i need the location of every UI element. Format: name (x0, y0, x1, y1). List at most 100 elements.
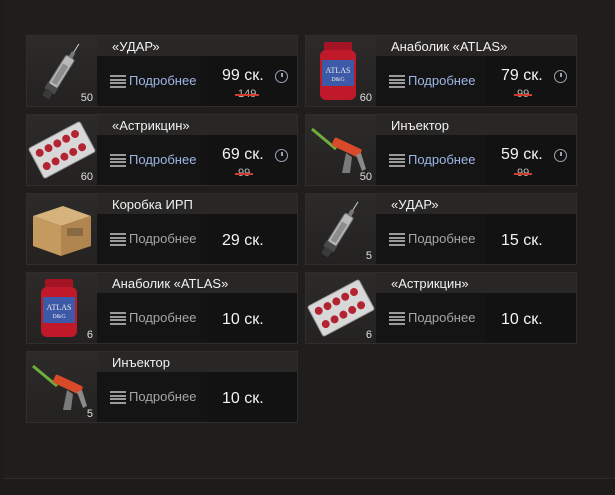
details-button[interactable]: Подробнее (97, 293, 207, 343)
item-card[interactable]: 6 «Астрикцин» Подробнее 10 ск. (305, 272, 577, 344)
details-button[interactable]: Подробнее (376, 56, 486, 106)
price: 15 ск. (501, 232, 543, 249)
item-thumbnail (27, 194, 97, 264)
cardboard-box-icon (33, 206, 91, 256)
details-label: Подробнее (129, 73, 197, 88)
item-thumbnail: 6 (306, 273, 376, 343)
item-card[interactable]: 5 Инъектор Подробнее 10 ск. (26, 351, 298, 423)
item-titlebar: «Астрикцин» (376, 273, 576, 293)
price-box: 59 ск. 99 (486, 135, 576, 185)
details-label: Подробнее (408, 73, 476, 88)
item-count: 60 (359, 92, 372, 104)
details-button[interactable]: Подробнее (97, 56, 207, 106)
details-label: Подробнее (129, 152, 197, 167)
price-box: 10 ск. (207, 372, 297, 422)
price: 10 ск. (501, 311, 543, 328)
item-card[interactable]: 50 «УДАР» Подробнее 99 ск. 149 (26, 35, 298, 107)
old-price: 149 (234, 88, 260, 100)
item-titlebar: «УДАР» (97, 36, 297, 56)
details-label: Подробнее (129, 231, 197, 246)
item-count: 50 (80, 92, 93, 104)
item-thumbnail: 50 (27, 36, 97, 106)
item-title: Инъектор (112, 355, 170, 370)
clock-icon (275, 149, 288, 162)
item-titlebar: Анаболик «ATLAS» (97, 273, 297, 293)
item-title: Анаболик «ATLAS» (391, 39, 508, 54)
details-button[interactable]: Подробнее (97, 214, 207, 264)
item-thumbnail: 5 (306, 194, 376, 264)
item-thumbnail: 60 (27, 115, 97, 185)
price: 10 ск. (222, 311, 264, 328)
price: 29 ск. (222, 232, 264, 249)
item-title: «УДАР» (391, 197, 439, 212)
details-button[interactable]: Подробнее (97, 372, 207, 422)
item-titlebar: Анаболик «ATLAS» (376, 36, 576, 56)
item-card[interactable]: ATLAS D&G 6 Анаболик «ATLAS» Подробнее 1… (26, 272, 298, 344)
item-titlebar: Коробка ИРП (97, 194, 297, 214)
item-thumbnail: 50 (306, 115, 376, 185)
list-icon (110, 391, 126, 404)
item-title: Инъектор (391, 118, 449, 133)
item-titlebar: «УДАР» (376, 194, 576, 214)
list-icon (110, 233, 126, 246)
details-label: Подробнее (408, 310, 476, 325)
price-box: 15 ск. (486, 214, 576, 264)
list-icon (389, 233, 405, 246)
jar-label: ATLAS (47, 303, 72, 312)
item-card[interactable]: 50 Инъектор Подробнее 59 ск. 99 (305, 114, 577, 186)
item-count: 50 (359, 171, 372, 183)
details-label: Подробнее (129, 310, 197, 325)
details-label: Подробнее (408, 152, 476, 167)
details-label: Подробнее (408, 231, 476, 246)
item-title: «УДАР» (112, 39, 160, 54)
item-title: «Астрикцин» (112, 118, 190, 133)
details-button[interactable]: Подробнее (376, 214, 486, 264)
price: 59 ск. (501, 146, 543, 163)
item-titlebar: Инъектор (97, 352, 297, 372)
price-box: 29 ск. (207, 214, 297, 264)
price-box: 10 ск. (486, 293, 576, 343)
details-label: Подробнее (129, 389, 197, 404)
item-count: 5 (365, 250, 372, 262)
item-thumbnail: ATLAS D&G 60 (306, 36, 376, 106)
old-price: 99 (513, 167, 533, 179)
item-count: 6 (365, 329, 372, 341)
clock-icon (554, 70, 567, 83)
item-thumbnail: ATLAS D&G 6 (27, 273, 97, 343)
jar-label: ATLAS (326, 66, 351, 75)
item-count: 60 (80, 171, 93, 183)
details-button[interactable]: Подробнее (97, 135, 207, 185)
item-title: Анаболик «ATLAS» (112, 276, 229, 291)
item-count: 6 (86, 329, 93, 341)
old-price: 99 (234, 167, 254, 179)
list-icon (110, 312, 126, 325)
item-card[interactable]: 60 «Астрикцин» Подробнее 69 ск. 99 (26, 114, 298, 186)
old-price: 99 (513, 88, 533, 100)
price: 10 ск. (222, 390, 264, 407)
item-thumbnail: 5 (27, 352, 97, 422)
jar-sublabel: D&G (52, 314, 66, 320)
jar-sublabel: D&G (331, 77, 345, 83)
item-titlebar: «Астрикцин» (97, 115, 297, 135)
item-card[interactable]: ATLAS D&G 60 Анаболик «ATLAS» Подробнее … (305, 35, 577, 107)
item-titlebar: Инъектор (376, 115, 576, 135)
item-card[interactable]: 5 «УДАР» Подробнее 15 ск. (305, 193, 577, 265)
item-count: 5 (86, 408, 93, 420)
price-box: 99 ск. 149 (207, 56, 297, 106)
item-title: Коробка ИРП (112, 197, 193, 212)
list-icon (389, 75, 405, 88)
list-icon (110, 75, 126, 88)
details-button[interactable]: Подробнее (376, 135, 486, 185)
item-card[interactable]: Коробка ИРП Подробнее 29 ск. (26, 193, 298, 265)
clock-icon (554, 149, 567, 162)
list-icon (389, 312, 405, 325)
price-box: 10 ск. (207, 293, 297, 343)
details-button[interactable]: Подробнее (376, 293, 486, 343)
item-title: «Астрикцин» (391, 276, 469, 291)
price-box: 79 ск. 99 (486, 56, 576, 106)
price: 69 ск. (222, 146, 264, 163)
list-icon (110, 154, 126, 167)
price: 99 ск. (222, 67, 264, 84)
list-icon (389, 154, 405, 167)
price-box: 69 ск. 99 (207, 135, 297, 185)
